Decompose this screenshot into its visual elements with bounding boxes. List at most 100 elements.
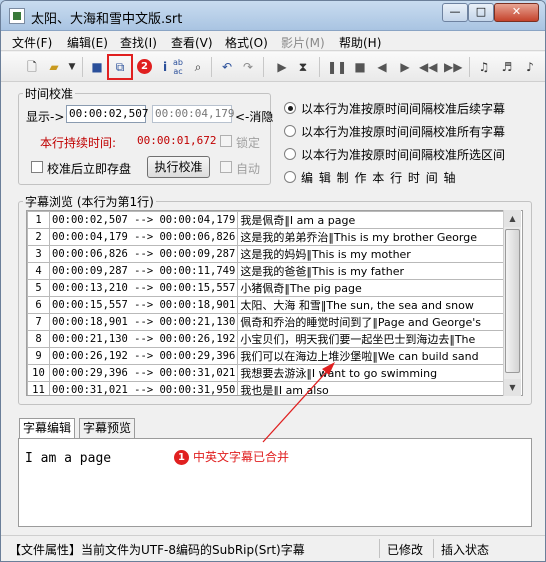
table-row[interactable]: 10 00:00:29,396 --> 00:00:31,021 我想要去游泳‖I … (27, 364, 513, 382)
spell-check-icon[interactable]: ab ac (169, 58, 187, 76)
zoom-icon[interactable]: ⌕ (189, 58, 207, 76)
menu-file[interactable]: 文件(F) (12, 34, 52, 51)
step-1-badge: 1 (174, 450, 189, 465)
menu-movie[interactable]: 影片(M) (281, 34, 325, 51)
menu-view[interactable]: 查看(V) (171, 34, 213, 51)
row-text: 小猪佩奇‖The pig page (237, 279, 513, 297)
time-calibration-legend: 时间校准 (25, 87, 74, 101)
table-row[interactable]: 7 00:00:18,901 --> 00:00:21,130 佩奇和乔治的睡觉时间… (27, 313, 513, 331)
row-number: 10 (27, 364, 50, 382)
merge-highlight-box (107, 54, 133, 80)
subtitle-edit-text[interactable]: I am a page (25, 451, 111, 466)
option-calibrate-following-radio[interactable] (284, 102, 296, 114)
row-number: 2 (27, 228, 50, 246)
status-insert-mode: 插入状态 (441, 543, 490, 557)
stop-icon[interactable]: ■ (351, 58, 369, 76)
option-calibrate-selected-radio[interactable] (284, 148, 296, 160)
play-icon[interactable]: ▶ (273, 58, 291, 76)
dropdown-arrow-icon[interactable]: ▼ (63, 58, 81, 76)
subtitle-browse-legend: 字幕浏览 (本行为第1行) (25, 195, 154, 209)
row-time: 00:00:29,396 --> 00:00:31,021 (48, 364, 239, 382)
row-time: 00:00:21,130 --> 00:00:26,192 (48, 330, 239, 348)
option-calibrate-selected-label: 以本行为准按原时间间隔校准所选区间 (301, 148, 506, 162)
menu-format[interactable]: 格式(O) (225, 34, 268, 51)
subtitle-list[interactable]: 1 00:00:02,507 --> 00:00:04,179 我是佩奇‖I am … (26, 210, 523, 396)
table-row[interactable]: 3 00:00:06,826 --> 00:00:09,287 这是我的妈妈‖Thi… (27, 245, 513, 263)
main-window: 太阳、大海和雪中文版.srt — □ ✕ 文件(F) 编辑(E) 查找(I) 查… (0, 0, 546, 562)
status-bar: 【文件属性】当前文件为UTF-8编码的SubRip(Srt)字幕 已修改 插入状… (1, 535, 545, 561)
scroll-down-icon[interactable]: ▼ (504, 379, 521, 396)
row-time: 00:00:26,192 --> 00:00:29,396 (48, 347, 239, 365)
scroll-up-icon[interactable]: ▲ (504, 210, 521, 227)
save-icon[interactable]: ■ (88, 58, 106, 76)
fast-forward-icon[interactable]: ▶▶ (444, 58, 462, 76)
auto-checkbox[interactable] (220, 161, 232, 173)
auto-label: 自动 (236, 162, 261, 176)
pause-icon[interactable]: ❚❚ (327, 58, 347, 76)
duration-value: 00:00:01,672 (137, 134, 217, 147)
window-title: 太阳、大海和雪中文版.srt (31, 12, 183, 27)
save-after-checkbox[interactable] (31, 161, 43, 173)
option-calibrate-all-radio[interactable] (284, 125, 296, 137)
prev-icon[interactable]: ◀ (373, 58, 391, 76)
row-text: 我也是‖I am also (237, 381, 513, 395)
minimize-button[interactable]: — (442, 3, 468, 22)
row-time: 00:00:15,557 --> 00:00:18,901 (48, 296, 239, 314)
menu-bar: 文件(F) 编辑(E) 查找(I) 查看(V) 格式(O) 影片(M) 帮助(H… (1, 31, 545, 51)
row-number: 7 (27, 313, 50, 331)
open-folder-icon[interactable]: ▰ (45, 58, 63, 76)
undo-icon[interactable]: ↶ (218, 58, 236, 76)
subtitle-table: 1 00:00:02,507 --> 00:00:04,179 我是佩奇‖I am … (27, 211, 513, 395)
new-file-icon[interactable]: 🗋 (23, 58, 41, 76)
table-row[interactable]: 11 00:00:31,021 --> 00:00:31,950 我也是‖I am … (27, 381, 513, 395)
status-modified: 已修改 (387, 543, 424, 557)
option-edit-timeline-radio[interactable] (284, 171, 296, 183)
row-time: 00:00:06,826 --> 00:00:09,287 (48, 245, 239, 263)
table-row[interactable]: 8 00:00:21,130 --> 00:00:26,192 小宝贝们，明天我们要… (27, 330, 513, 348)
row-number: 11 (27, 381, 50, 395)
table-row[interactable]: 1 00:00:02,507 --> 00:00:04,179 我是佩奇‖I am … (27, 211, 513, 229)
row-text: 我们可以在海边上堆沙堡啦‖We can build sand (237, 347, 513, 365)
step-2-badge: 2 (137, 59, 152, 74)
table-row[interactable]: 2 00:00:04,179 --> 00:00:06,826 这是我的弟弟乔治‖T… (27, 228, 513, 246)
redo-icon[interactable]: ↷ (239, 58, 257, 76)
title-bar[interactable]: 太阳、大海和雪中文版.srt — □ ✕ (1, 1, 545, 31)
row-text: 太阳、大海 和雪‖The sun, the sea and snow (237, 296, 513, 314)
option-calibrate-following-label: 以本行为准按原时间间隔校准后续字幕 (301, 102, 506, 116)
table-row[interactable]: 9 00:00:26,192 --> 00:00:29,396 我们可以在海边上堆沙… (27, 347, 513, 365)
display-time-input[interactable]: 00:00:02,507 (66, 105, 148, 123)
rewind-icon[interactable]: ◀◀ (419, 58, 437, 76)
row-text: 小宝贝们，明天我们要一起坐巴士到海边去‖The (237, 330, 513, 348)
music-export-icon[interactable]: ♪ (521, 58, 539, 76)
row-number: 4 (27, 262, 50, 280)
row-number: 3 (27, 245, 50, 263)
row-text: 我想要去游泳‖I want to go swimming (237, 364, 513, 382)
row-time: 00:00:02,507 --> 00:00:04,179 (48, 211, 239, 229)
sync-icon[interactable]: ⧗ (294, 58, 312, 76)
table-row[interactable]: 4 00:00:09,287 --> 00:00:11,749 这是我的爸爸‖Thi… (27, 262, 513, 280)
lock-checkbox[interactable] (220, 135, 232, 147)
subtitle-list-scrollbar[interactable]: ▲ ▼ (503, 210, 521, 396)
menu-edit[interactable]: 编辑(E) (67, 34, 108, 51)
scroll-thumb[interactable] (505, 229, 520, 373)
close-button[interactable]: ✕ (494, 3, 539, 22)
row-number: 6 (27, 296, 50, 314)
row-time: 00:00:13,210 --> 00:00:15,557 (48, 279, 239, 297)
end-time-input[interactable]: 00:00:04,179 (152, 105, 234, 123)
menu-help[interactable]: 帮助(H) (339, 34, 381, 51)
tab-subtitle-preview[interactable]: 字幕预览 (79, 418, 136, 438)
next-icon[interactable]: ▶ (396, 58, 414, 76)
music-note-icon[interactable]: ♫ (475, 58, 493, 76)
row-number: 1 (27, 211, 50, 229)
row-number: 5 (27, 279, 50, 297)
row-time: 00:00:04,179 --> 00:00:06,826 (48, 228, 239, 246)
music-edit-icon[interactable]: ♬ (498, 58, 516, 76)
row-text: 这是我的弟弟乔治‖This is my brother George (237, 228, 513, 246)
row-time: 00:00:09,287 --> 00:00:11,749 (48, 262, 239, 280)
execute-calibration-button[interactable]: 执行校准 (147, 156, 210, 178)
table-row[interactable]: 6 00:00:15,557 --> 00:00:18,901 太阳、大海 和雪‖T… (27, 296, 513, 314)
table-row[interactable]: 5 00:00:13,210 --> 00:00:15,557 小猪佩奇‖The p… (27, 279, 513, 297)
tab-subtitle-edit[interactable]: 字幕编辑 (19, 418, 76, 439)
maximize-button[interactable]: □ (468, 3, 494, 22)
menu-find[interactable]: 查找(I) (120, 34, 157, 51)
